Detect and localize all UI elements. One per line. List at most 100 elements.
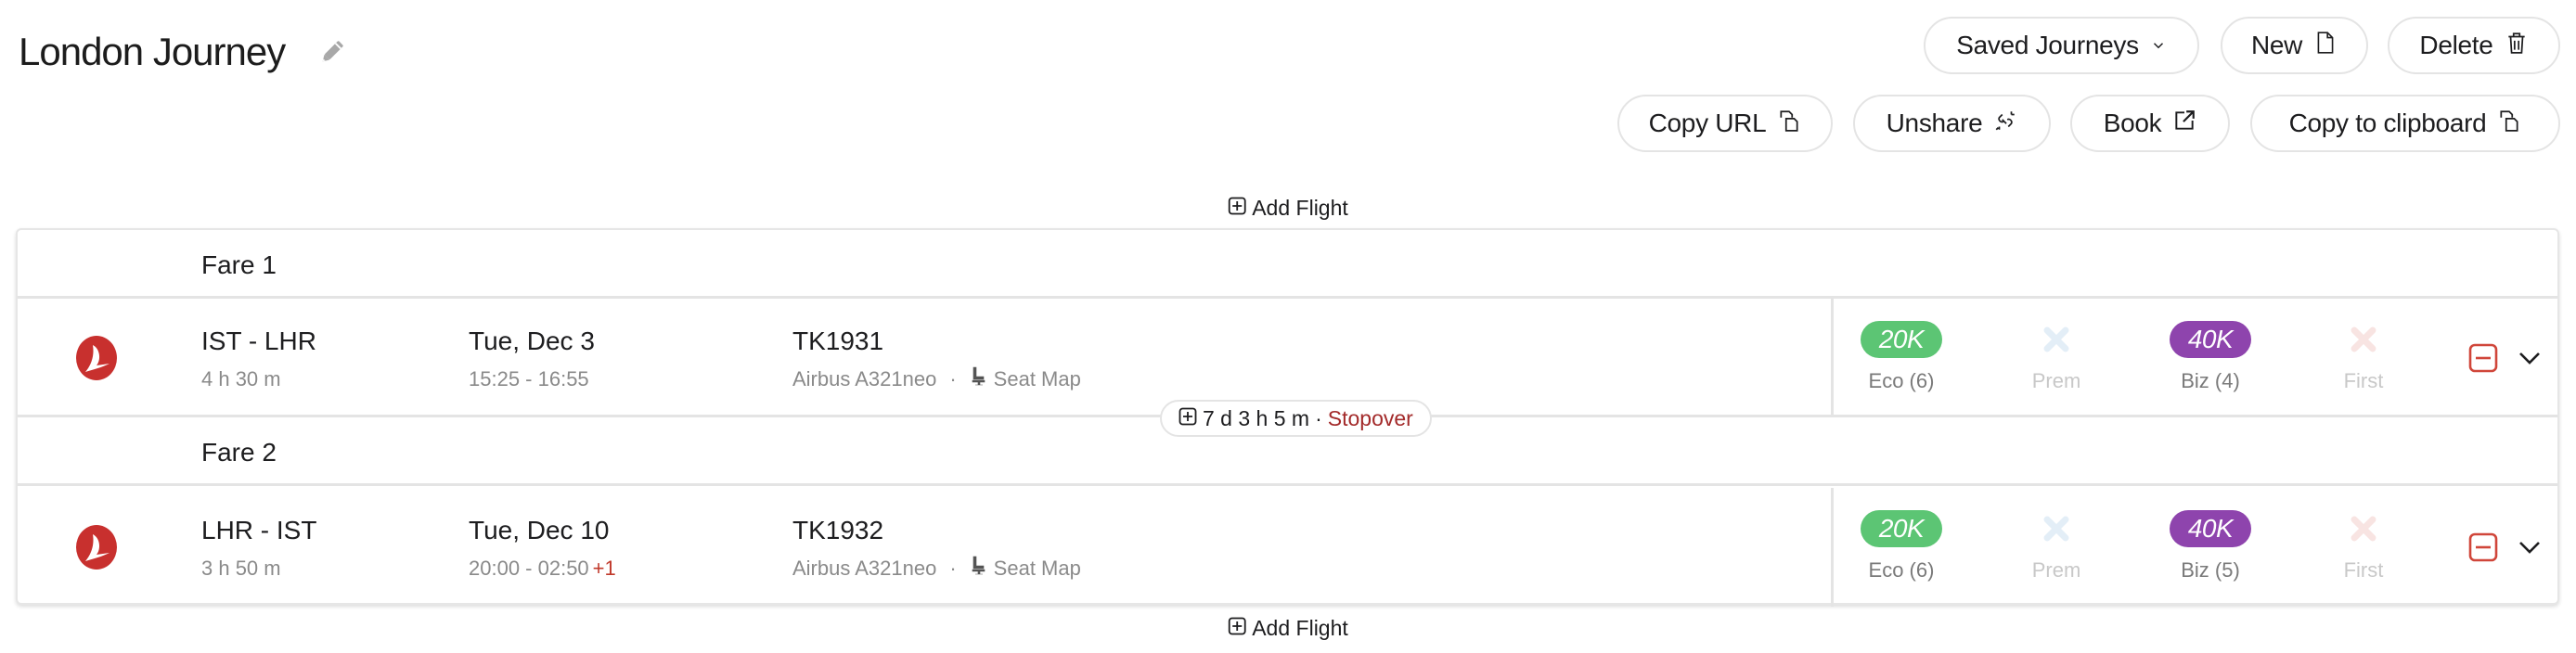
remove-flight-minus-icon[interactable] bbox=[2468, 343, 2498, 373]
column-divider bbox=[1831, 488, 1834, 607]
duration: 4 h 30 m bbox=[201, 367, 281, 391]
saved-journeys-label: Saved Journeys bbox=[1956, 31, 2139, 59]
chevron-down-icon[interactable] bbox=[2518, 538, 2542, 557]
add-flight-label: Add Flight bbox=[1252, 616, 1348, 640]
cabin-prem: Prem bbox=[2001, 510, 2112, 584]
aircraft-wrap: Airbus A321neo · Seat Map bbox=[792, 555, 1081, 583]
duration: 3 h 50 m bbox=[201, 557, 281, 580]
copy-icon bbox=[1777, 108, 1801, 140]
copy-url-label: Copy URL bbox=[1648, 109, 1767, 137]
chevron-down-icon[interactable] bbox=[2518, 349, 2542, 367]
plus-square-icon bbox=[1228, 196, 1246, 221]
route: IST - LHR bbox=[201, 326, 316, 355]
book-label: Book bbox=[2103, 109, 2162, 137]
stopover-label: Stopover bbox=[1327, 405, 1413, 430]
unlink-icon bbox=[1993, 108, 2017, 140]
unshare-label: Unshare bbox=[1886, 109, 1983, 137]
add-flight-label: Add Flight bbox=[1252, 196, 1348, 220]
date-column: Tue, Dec 10 20:00 - 02:50 +1 bbox=[469, 514, 616, 583]
cabin-label: Biz (4) bbox=[2181, 369, 2240, 392]
aircraft-wrap: Airbus A321neo · Seat Map bbox=[792, 365, 1081, 393]
column-divider bbox=[1831, 299, 1834, 415]
cabin-eco: 20K Eco (6) bbox=[1846, 321, 1957, 395]
unshare-button[interactable]: Unshare bbox=[1853, 95, 2051, 152]
add-flight-button-bottom[interactable]: Add Flight bbox=[1228, 616, 1348, 641]
seat-map-label: Seat Map bbox=[993, 557, 1081, 580]
biz-price-badge[interactable]: 40K bbox=[2170, 510, 2251, 547]
flight-column: TK1931 Airbus A321neo · Seat Map bbox=[792, 325, 1081, 393]
cabin-label: Eco (6) bbox=[1868, 369, 1935, 392]
route: LHR - IST bbox=[201, 516, 317, 544]
copy-to-clipboard-button[interactable]: Copy to clipboard bbox=[2250, 95, 2560, 152]
cabin-label: Prem bbox=[2031, 558, 2081, 582]
unavailable-x-icon bbox=[2041, 321, 2072, 358]
cabin-biz: 40K Biz (5) bbox=[2155, 510, 2266, 584]
cabin-label: First bbox=[2343, 558, 2384, 582]
stopover-duration: 7 d 3 h 5 m bbox=[1203, 405, 1310, 430]
book-button[interactable]: Book bbox=[2070, 95, 2230, 152]
trash-icon bbox=[2505, 30, 2529, 62]
times-wrap: 20:00 - 02:50 +1 bbox=[469, 555, 616, 583]
fare-header: Fare 1 bbox=[18, 230, 2557, 299]
seat-icon bbox=[970, 365, 988, 393]
date: Tue, Dec 10 bbox=[469, 516, 610, 544]
unavailable-x-icon bbox=[2041, 510, 2072, 547]
external-link-icon bbox=[2172, 108, 2196, 140]
cabin-label: First bbox=[2343, 369, 2384, 392]
unavailable-x-icon bbox=[2348, 321, 2379, 358]
cabin-label: Eco (6) bbox=[1868, 558, 1935, 582]
delete-label: Delete bbox=[2419, 31, 2493, 59]
add-flight-button-top[interactable]: Add Flight bbox=[1228, 196, 1348, 221]
delete-button[interactable]: Delete bbox=[2388, 17, 2560, 74]
separator: · bbox=[949, 557, 957, 580]
separator: · bbox=[949, 367, 957, 391]
seat-map-link[interactable]: Seat Map bbox=[970, 555, 1081, 583]
cabin-eco: 20K Eco (6) bbox=[1846, 510, 1957, 584]
cabin-biz: 40K Biz (4) bbox=[2155, 321, 2266, 395]
copy-to-clipboard-label: Copy to clipboard bbox=[2288, 109, 2487, 137]
times: 20:00 - 02:50 bbox=[469, 557, 589, 580]
day-offset: +1 bbox=[592, 557, 616, 580]
times: 15:25 - 16:55 bbox=[469, 367, 589, 391]
plus-square-icon bbox=[1228, 616, 1246, 641]
cabin-label: Biz (5) bbox=[2181, 558, 2240, 582]
plus-square-icon bbox=[1179, 406, 1197, 431]
turkish-airlines-logo-icon bbox=[74, 336, 119, 380]
seat-map-link[interactable]: Seat Map bbox=[970, 365, 1081, 393]
biz-price-badge[interactable]: 40K bbox=[2170, 321, 2251, 358]
stopover-separator: · bbox=[1315, 405, 1322, 430]
stopover-pill[interactable]: 7 d 3 h 5 m · Stopover bbox=[1160, 400, 1432, 437]
chevron-down-icon bbox=[2150, 31, 2167, 60]
file-icon bbox=[2313, 30, 2338, 62]
unavailable-x-icon bbox=[2348, 510, 2379, 547]
flight-number: TK1931 bbox=[792, 326, 884, 355]
copy-url-button[interactable]: Copy URL bbox=[1617, 95, 1833, 152]
flight-number: TK1932 bbox=[792, 516, 884, 544]
route-column: IST - LHR 4 h 30 m bbox=[201, 325, 316, 393]
seat-icon bbox=[970, 555, 988, 583]
cabin-first: First bbox=[2308, 321, 2419, 395]
date: Tue, Dec 3 bbox=[469, 326, 595, 355]
fare-label: Fare 1 bbox=[201, 250, 277, 279]
date-column: Tue, Dec 3 15:25 - 16:55 bbox=[469, 325, 597, 393]
fare-label: Fare 2 bbox=[201, 438, 277, 467]
eco-price-badge[interactable]: 20K bbox=[1861, 321, 1942, 358]
times-wrap: 15:25 - 16:55 bbox=[469, 365, 597, 393]
aircraft: Airbus A321neo bbox=[792, 557, 937, 580]
route-column: LHR - IST 3 h 50 m bbox=[201, 514, 316, 583]
turkish-airlines-logo-icon bbox=[74, 525, 119, 570]
saved-journeys-dropdown[interactable]: Saved Journeys bbox=[1924, 17, 2199, 74]
new-button[interactable]: New bbox=[2221, 17, 2368, 74]
copy-icon bbox=[2497, 108, 2521, 140]
new-label: New bbox=[2250, 31, 2303, 59]
cabin-first: First bbox=[2308, 510, 2419, 584]
pencil-icon[interactable] bbox=[317, 37, 347, 67]
flight-column: TK1932 Airbus A321neo · Seat Map bbox=[792, 514, 1081, 583]
flight-row[interactable]: LHR - IST 3 h 50 m Tue, Dec 10 20:00 - 0… bbox=[18, 488, 2557, 607]
aircraft: Airbus A321neo bbox=[792, 367, 937, 391]
eco-price-badge[interactable]: 20K bbox=[1861, 510, 1942, 547]
seat-map-label: Seat Map bbox=[993, 367, 1081, 391]
cabin-prem: Prem bbox=[2001, 321, 2112, 395]
remove-flight-minus-icon[interactable] bbox=[2468, 532, 2498, 562]
cabin-label: Prem bbox=[2031, 369, 2081, 392]
